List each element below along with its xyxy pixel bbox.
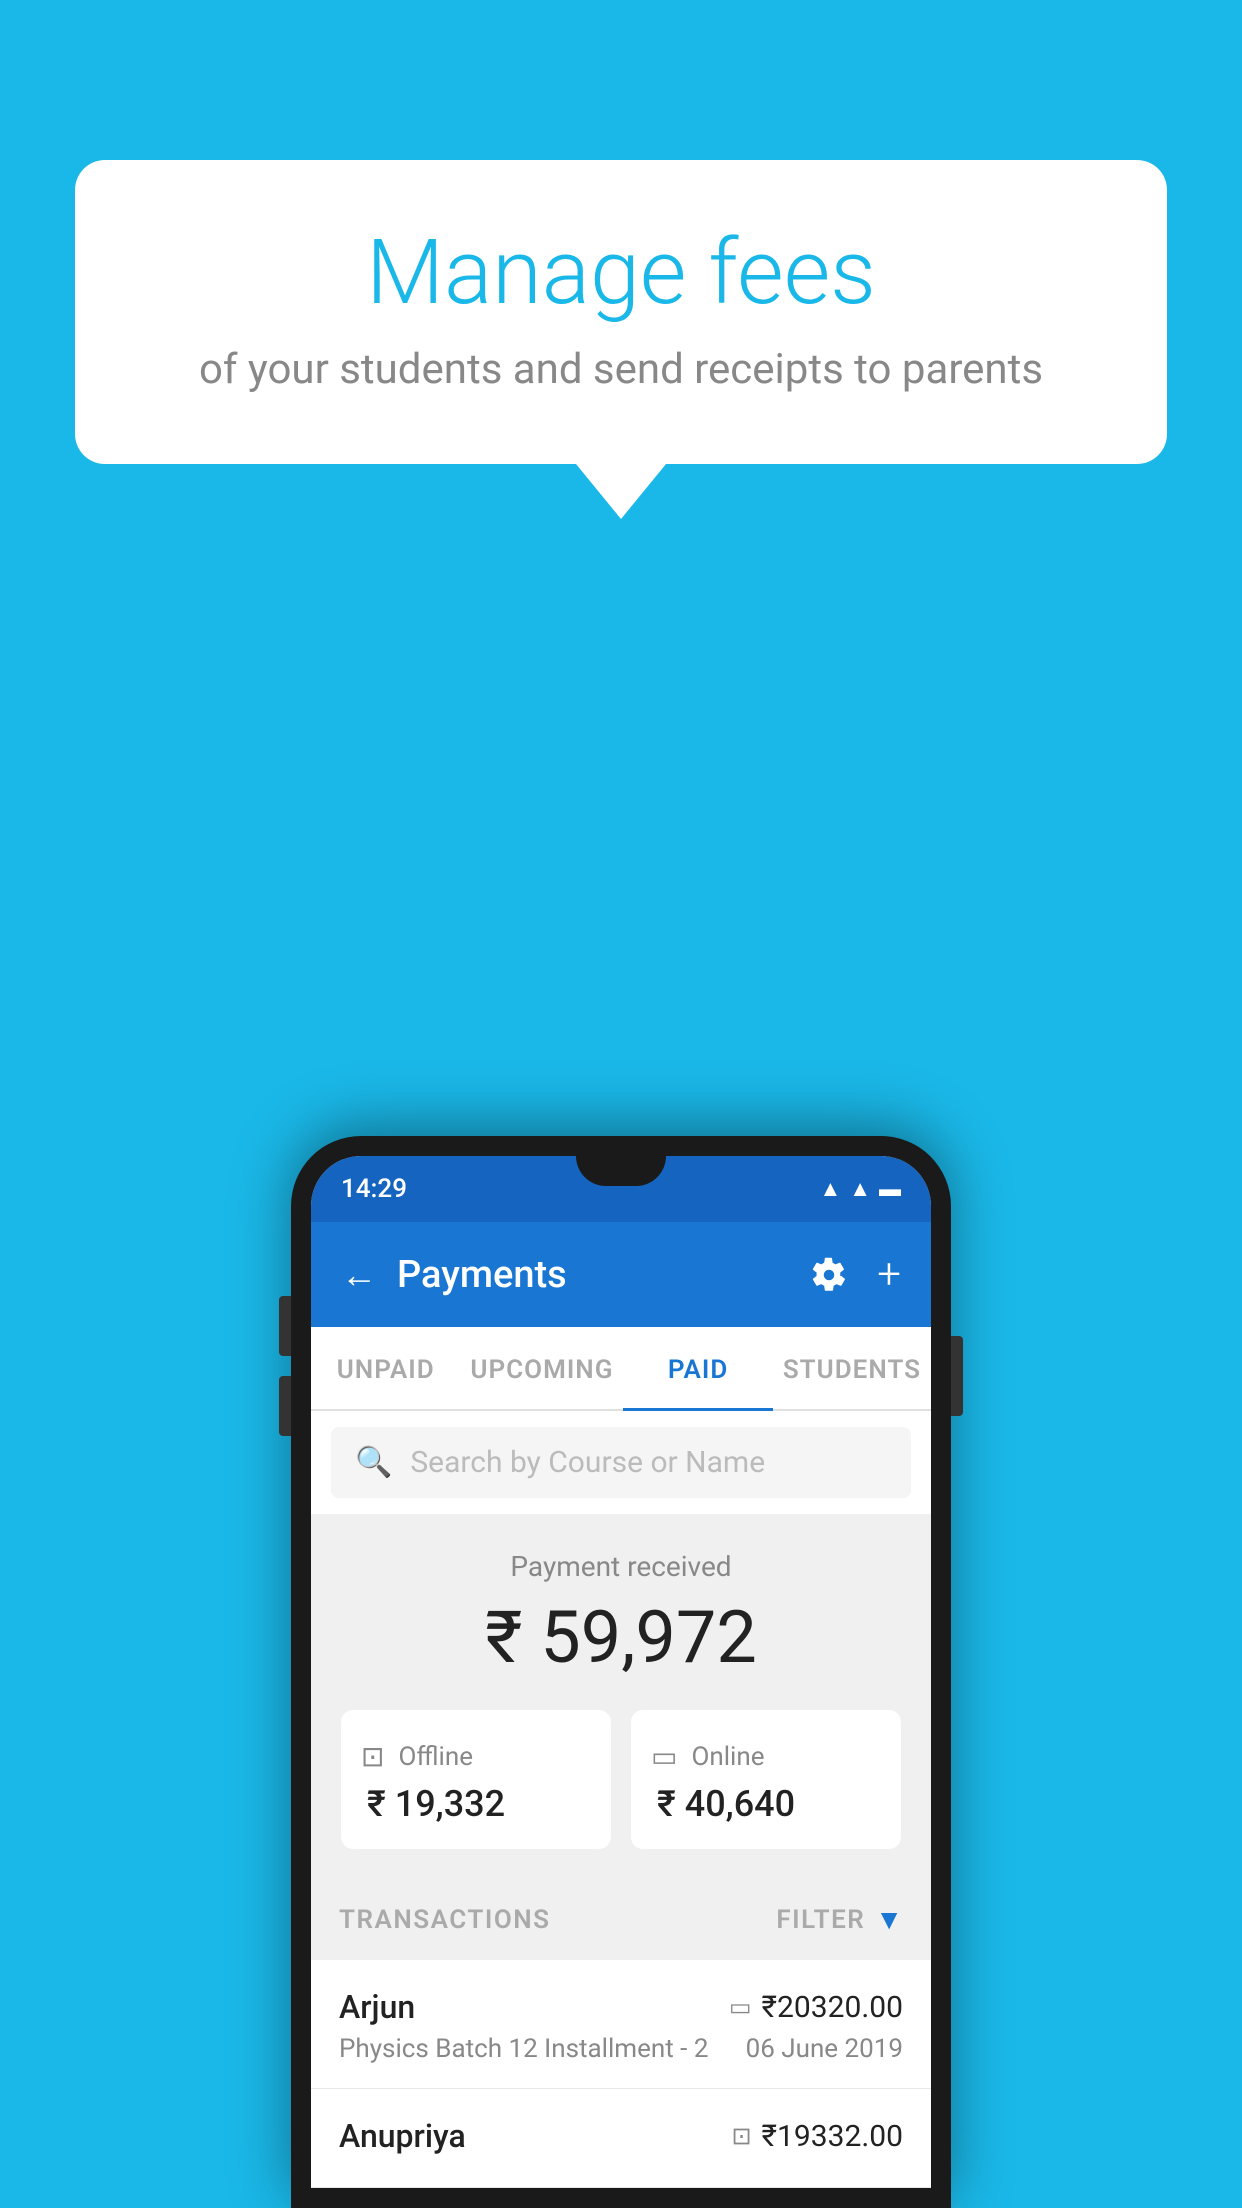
transaction-course: Physics Batch 12 Installment - 2 [339,2034,708,2064]
phone-screen: 14:29 ▲ ▲ ▬ ← Payments + UNPAID UPCOM [311,1156,931,2188]
transaction-amount-container: ⊡ ₹19332.00 [731,2119,903,2154]
status-icons: ▲ ▲ ▬ [819,1176,901,1202]
speech-bubble-title: Manage fees [155,220,1087,325]
wifi-icon: ▲ [819,1176,841,1202]
vol-up-button [279,1296,291,1356]
payment-received-label: Payment received [341,1550,901,1583]
battery-icon: ▬ [879,1176,901,1202]
speech-bubble-subtitle: of your students and send receipts to pa… [155,345,1087,394]
search-input[interactable]: Search by Course or Name [410,1445,765,1480]
transaction-bottom: Physics Batch 12 Installment - 2 06 June… [339,2034,903,2064]
payment-summary: Payment received ₹ 59,972 ⊡ Offline ₹ 19… [311,1514,931,1879]
app-title: Payments [397,1253,567,1297]
speech-bubble-tail [576,464,666,519]
search-icon: 🔍 [355,1445,392,1480]
gear-icon[interactable] [811,1257,847,1293]
transaction-top: Arjun ▭ ₹20320.00 [339,1988,903,2026]
signal-icon: ▲ [849,1176,871,1202]
filter-icon: ▼ [875,1903,903,1936]
vol-down-button [279,1376,291,1436]
tab-unpaid[interactable]: UNPAID [311,1327,460,1409]
offline-payment-card: ⊡ Offline ₹ 19,332 [341,1710,611,1849]
offline-payment-icon-small: ⊡ [731,2122,751,2150]
online-card-header: ▭ Online [651,1740,881,1773]
app-bar: ← Payments + [311,1222,931,1327]
transaction-name: Arjun [339,1988,415,2026]
offline-label: Offline [398,1742,473,1772]
transaction-amount-container: ▭ ₹20320.00 [729,1990,903,2025]
status-time: 14:29 [341,1174,407,1204]
tab-bar: UNPAID UPCOMING PAID STUDENTS [311,1327,931,1411]
transaction-name: Anupriya [339,2117,466,2155]
transaction-row[interactable]: Arjun ▭ ₹20320.00 Physics Batch 12 Insta… [311,1960,931,2089]
transactions-header: TRANSACTIONS FILTER ▼ [311,1879,931,1960]
transaction-amount: ₹20320.00 [762,1990,903,2025]
search-container: 🔍 Search by Course or Name [311,1411,931,1514]
offline-payment-icon: ⊡ [361,1740,384,1773]
add-button[interactable]: + [877,1250,901,1299]
transaction-row[interactable]: Anupriya ⊡ ₹19332.00 [311,2089,931,2188]
tab-students[interactable]: STUDENTS [773,1327,931,1409]
transactions-label: TRANSACTIONS [339,1905,551,1935]
volume-buttons [279,1296,291,1436]
card-payment-icon: ▭ [729,1993,752,2021]
filter-label: FILTER [776,1905,865,1935]
tab-upcoming[interactable]: UPCOMING [460,1327,623,1409]
online-label: Online [691,1742,764,1772]
online-payment-icon: ▭ [651,1740,677,1773]
back-button[interactable]: ← [341,1254,377,1296]
filter-button[interactable]: FILTER ▼ [776,1903,903,1936]
offline-amount: ₹ 19,332 [361,1783,591,1825]
app-bar-right: + [811,1250,901,1299]
transaction-amount: ₹19332.00 [762,2119,903,2154]
payment-total-amount: ₹ 59,972 [341,1595,901,1680]
online-amount: ₹ 40,640 [651,1783,881,1825]
offline-card-header: ⊡ Offline [361,1740,591,1773]
transaction-date: 06 June 2019 [746,2034,903,2064]
online-payment-card: ▭ Online ₹ 40,640 [631,1710,901,1849]
transaction-top: Anupriya ⊡ ₹19332.00 [339,2117,903,2155]
phone-frame: 14:29 ▲ ▲ ▬ ← Payments + UNPAID UPCOM [291,1136,951,2208]
speech-bubble: Manage fees of your students and send re… [75,160,1167,464]
tab-paid[interactable]: PAID [623,1327,772,1409]
app-bar-left: ← Payments [341,1253,567,1297]
search-input-wrapper[interactable]: 🔍 Search by Course or Name [331,1427,911,1498]
power-button [951,1336,963,1416]
payment-cards: ⊡ Offline ₹ 19,332 ▭ Online ₹ 40,640 [341,1710,901,1849]
speech-bubble-container: Manage fees of your students and send re… [75,160,1167,519]
